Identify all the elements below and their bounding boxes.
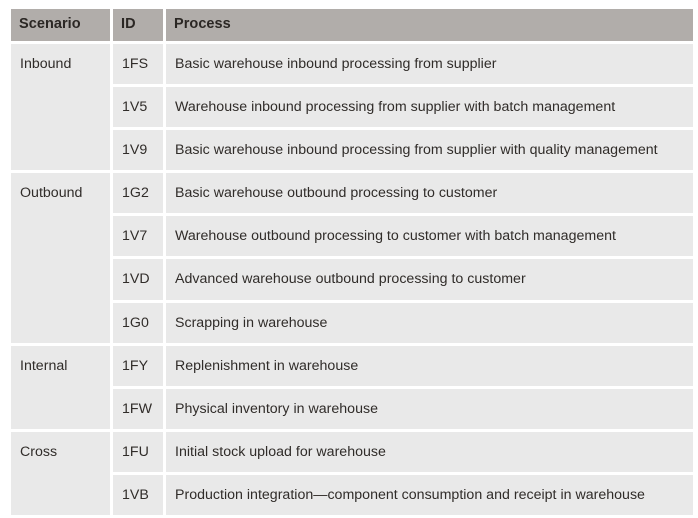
scenario-group-cell: Outbound <box>11 173 110 343</box>
process-id-cell: 1VD <box>113 259 163 300</box>
table-row: 1VD Advanced warehouse outbound processin… <box>11 259 693 300</box>
header-row: Scenario ID Process <box>11 9 693 41</box>
process-description-cell: Replenishment in warehouse <box>166 345 693 386</box>
table-container: Scenario ID Process Inbound 1FS Basic ware… <box>0 0 698 516</box>
table-row: Internal 1FY Replenishment in warehouse <box>11 345 693 430</box>
process-description-cell: Basic warehouse inbound processing from … <box>166 129 693 171</box>
column-header-id: ID <box>113 9 163 41</box>
process-id-cell: 1FU <box>113 432 163 473</box>
process-id-cell: 1G2 <box>113 173 163 214</box>
column-header-process: Process <box>166 9 693 41</box>
process-description-cell: Initial stock upload for warehouse <box>166 432 693 473</box>
process-id-cell: 1FY <box>113 345 163 386</box>
table-row: 1V9 Basic warehouse inbound processing fr… <box>11 129 693 171</box>
table-header: Scenario ID Process <box>11 9 693 41</box>
process-id-cell: 1V9 <box>113 129 163 171</box>
process-description-cell: Production integration—component consump… <box>166 475 693 516</box>
process-id-cell: 1VB <box>113 475 163 516</box>
table-body: Inbound 1FS Basic warehouse inbound proces… <box>11 43 693 516</box>
table-row: 1G0 Scrapping in warehouse <box>11 302 693 343</box>
process-description-cell: Warehouse inbound processing from suppli… <box>166 86 693 127</box>
process-description-cell: Basic warehouse inbound processing from … <box>166 43 693 84</box>
warehouse-process-table: Scenario ID Process Inbound 1FS Basic ware… <box>8 6 696 518</box>
process-id-cell: 1G0 <box>113 302 163 343</box>
scenario-group-cell: Internal <box>11 345 110 430</box>
process-description-cell: Scrapping in warehouse <box>166 302 693 343</box>
table-row: Cross 1FU Initial stock upload for warehou… <box>11 432 693 516</box>
table-row: Inbound 1FS Basic warehouse inbound proces… <box>11 43 693 171</box>
column-header-scenario: Scenario <box>11 9 110 41</box>
table-row: 1FW Physical inventory in warehouse <box>11 388 693 430</box>
scenario-group-cell: Cross <box>11 432 110 516</box>
process-id-cell: 1V5 <box>113 86 163 127</box>
process-id-cell: 1FS <box>113 43 163 84</box>
table-row: Outbound 1G2 Basic warehouse outbound proc… <box>11 173 693 343</box>
table-row: 1V7 Warehouse outbound processing to cust… <box>11 216 693 257</box>
table-row: 1VB Production integration—component cons… <box>11 475 693 516</box>
process-description-cell: Physical inventory in warehouse <box>166 388 693 430</box>
table-row: 1V5 Warehouse inbound processing from sup… <box>11 86 693 127</box>
process-description-cell: Basic warehouse outbound processing to c… <box>166 173 693 214</box>
process-id-cell: 1V7 <box>113 216 163 257</box>
scenario-group-cell: Inbound <box>11 43 110 171</box>
process-description-cell: Warehouse outbound processing to custome… <box>166 216 693 257</box>
process-description-cell: Advanced warehouse outbound processing t… <box>166 259 693 300</box>
process-id-cell: 1FW <box>113 388 163 430</box>
